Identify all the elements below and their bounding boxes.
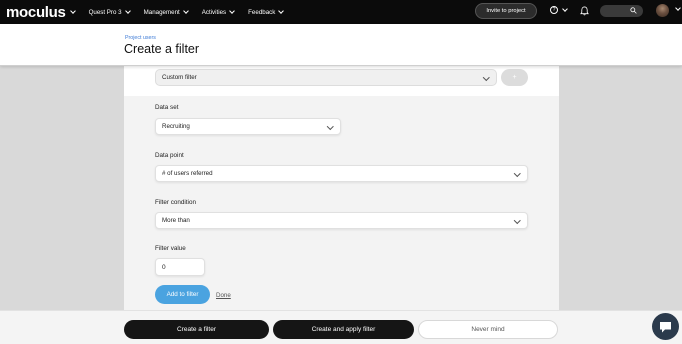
chevron-down-icon xyxy=(326,123,333,130)
chevron-down-icon xyxy=(513,217,520,224)
footer-bar: Create a filter Create and apply filter … xyxy=(0,310,682,344)
data-point-select[interactable]: # of users referred xyxy=(155,165,528,182)
logo[interactable]: moculus xyxy=(6,3,76,21)
add-condition-button[interactable]: + xyxy=(501,69,528,86)
filter-type-select[interactable]: Custom filter xyxy=(155,69,497,86)
page-header: Project users Create a filter xyxy=(0,24,682,66)
data-point-value: # of users referred xyxy=(162,170,213,177)
breadcrumb[interactable]: Project users xyxy=(125,35,156,41)
bell-icon[interactable] xyxy=(580,6,589,16)
nav-item-activities[interactable]: Activities xyxy=(201,7,235,16)
invite-button[interactable]: Invite to project xyxy=(475,3,537,19)
chevron-down-icon xyxy=(513,170,520,177)
filter-condition-select[interactable]: More than xyxy=(155,212,528,229)
data-point-label: Data point xyxy=(155,152,184,159)
never-mind-button[interactable]: Never mind xyxy=(418,320,558,339)
chat-icon xyxy=(660,321,671,332)
chat-button[interactable] xyxy=(652,313,679,340)
nav-item-feedback[interactable]: Feedback xyxy=(248,7,285,16)
filter-value-label: Filter value xyxy=(155,245,186,252)
create-filter-button[interactable]: Create a filter xyxy=(124,320,269,339)
help-menu[interactable]: ? xyxy=(550,5,568,14)
nav-item-project[interactable]: Quest Pro 3 xyxy=(88,7,131,16)
filter-value-input[interactable]: 0 xyxy=(155,258,205,276)
done-link[interactable]: Done xyxy=(216,292,231,299)
create-apply-filter-button[interactable]: Create and apply filter xyxy=(273,320,414,339)
data-set-value: Recruiting xyxy=(162,123,190,130)
filter-form: Custom filter + Data set Recruiting Data… xyxy=(124,66,559,310)
add-to-filter-button[interactable]: Add to filter xyxy=(155,285,210,304)
help-icon: ? xyxy=(550,6,558,14)
chevron-down-icon xyxy=(69,7,76,14)
avatar[interactable] xyxy=(656,4,669,17)
nav-item-label: Activities xyxy=(201,8,227,16)
filter-condition-value: More than xyxy=(162,217,190,224)
chevron-down-icon xyxy=(124,7,131,14)
filter-type-row: Custom filter + xyxy=(124,66,559,96)
nav-item-label: Feedback xyxy=(248,8,276,16)
chevron-down-icon xyxy=(482,74,489,81)
filter-condition-label: Filter condition xyxy=(155,199,196,206)
nav-item-management[interactable]: Management xyxy=(143,7,189,16)
nav-item-label: Management xyxy=(143,8,180,16)
chevron-down-icon xyxy=(229,7,235,14)
search-input[interactable] xyxy=(600,5,643,17)
chevron-down-icon[interactable] xyxy=(675,5,681,11)
filter-type-value: Custom filter xyxy=(162,74,197,81)
data-set-label: Data set xyxy=(155,104,179,111)
search-icon xyxy=(630,7,637,14)
data-set-select[interactable]: Recruiting xyxy=(155,118,341,135)
logo-text: moculus xyxy=(6,3,66,21)
chevron-down-icon xyxy=(562,5,568,12)
page-title: Create a filter xyxy=(124,42,200,56)
nav-item-label: Quest Pro 3 xyxy=(88,8,122,16)
chevron-down-icon xyxy=(182,7,189,14)
chevron-down-icon xyxy=(278,7,285,14)
top-nav: moculus Quest Pro 3 Management Activitie… xyxy=(0,0,682,24)
